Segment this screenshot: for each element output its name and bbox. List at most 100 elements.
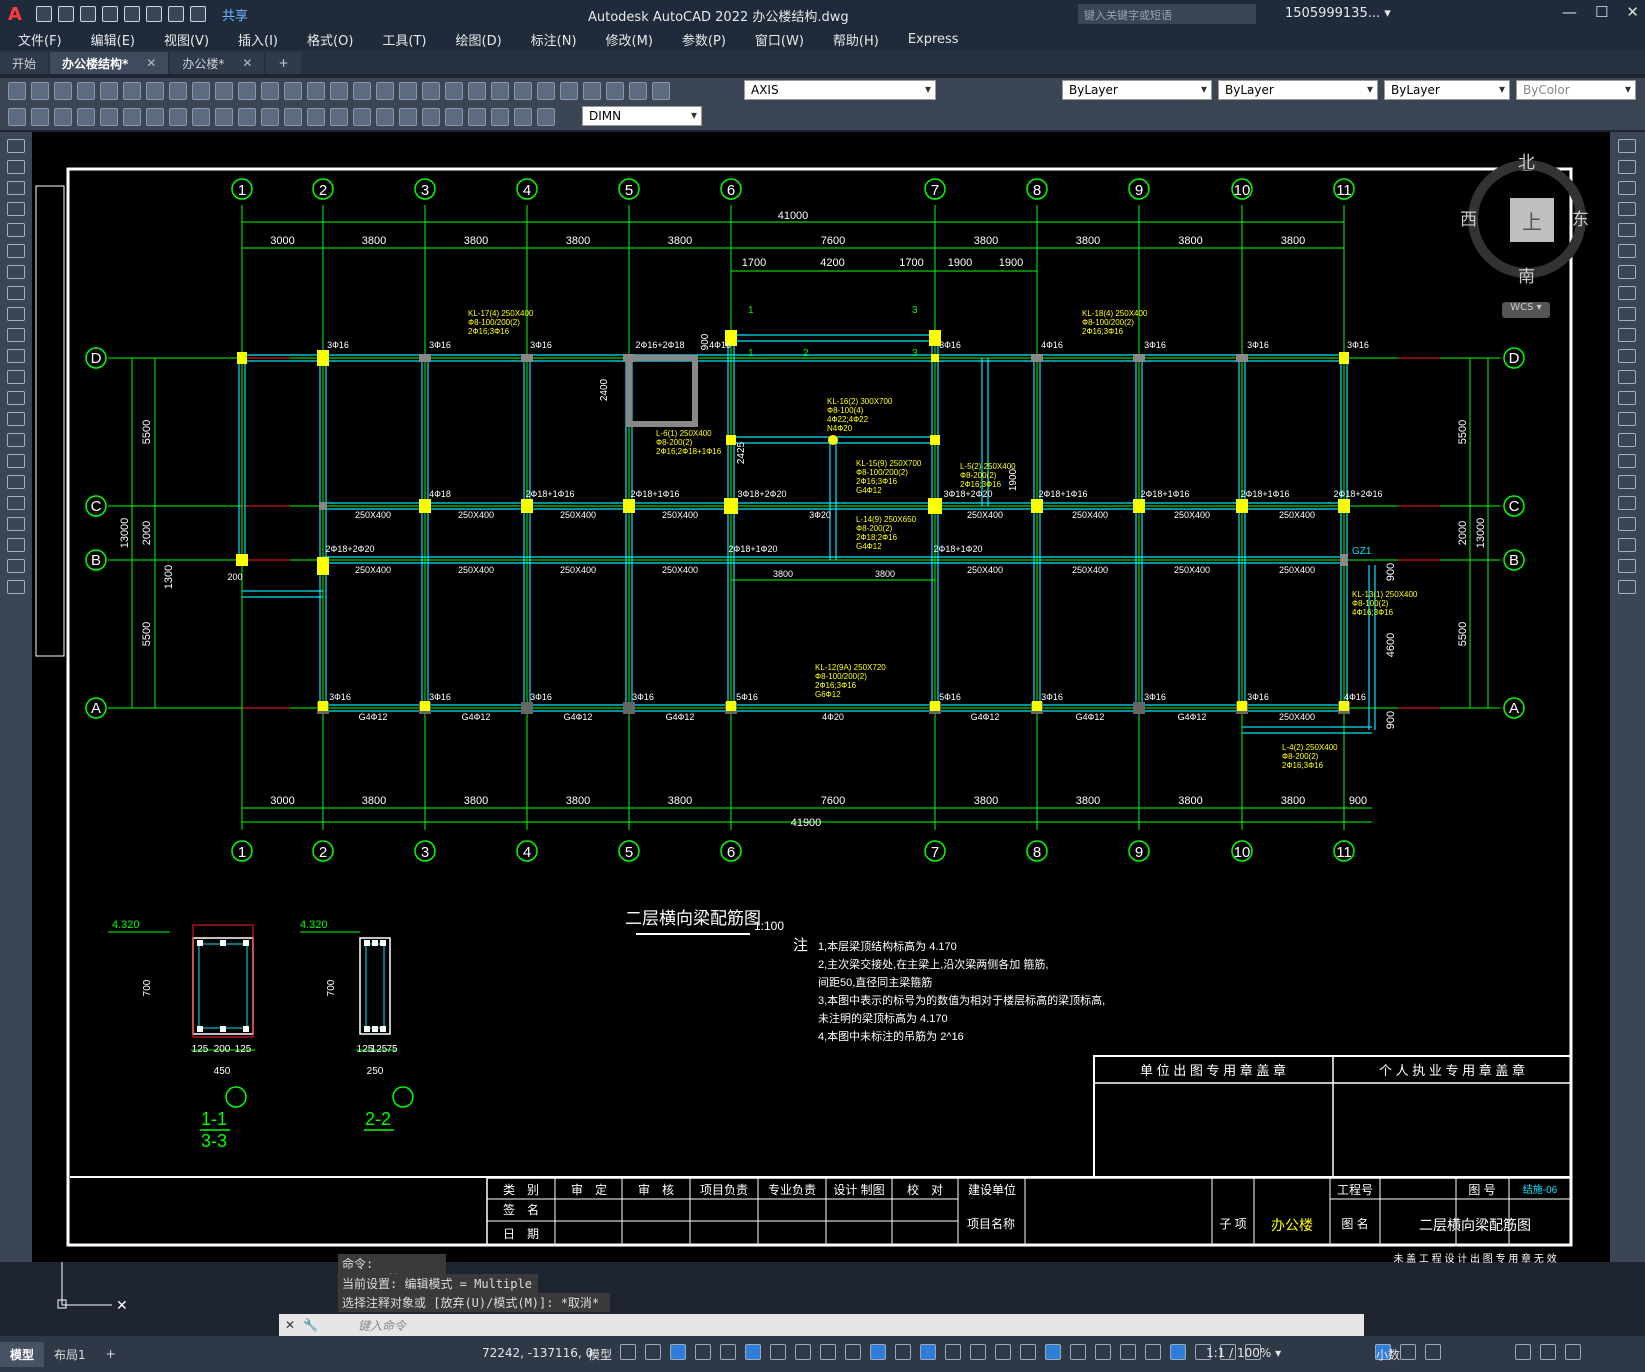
tab-start[interactable]: 开始	[0, 52, 49, 74]
viewcube-east[interactable]: 东	[1572, 205, 1589, 230]
toolbar-dim-17-icon[interactable]	[399, 108, 417, 126]
modify-tool-10-icon[interactable]	[1618, 349, 1636, 363]
toolbar-std-1-icon[interactable]	[31, 82, 49, 100]
draw-tool-14-icon[interactable]	[7, 433, 25, 447]
toolbar-std-7-icon[interactable]	[169, 82, 187, 100]
menu-item-12[interactable]: Express	[908, 32, 959, 47]
draw-tool-19-icon[interactable]	[7, 538, 25, 552]
status-toggle-10-icon[interactable]	[870, 1344, 886, 1360]
status-toggle-1-icon[interactable]	[645, 1344, 661, 1360]
viewcube-west[interactable]: 西	[1460, 205, 1477, 230]
draw-tool-9-icon[interactable]	[7, 328, 25, 342]
viewcube-north[interactable]: 北	[1518, 148, 1535, 173]
tab-office[interactable]: 办公楼* ✕	[170, 52, 265, 74]
status-toggle-13-icon[interactable]	[945, 1344, 961, 1360]
modify-tool-14-icon[interactable]	[1618, 433, 1636, 447]
wcs-menu[interactable]: WCS ▾	[1502, 302, 1550, 318]
new-tab-button[interactable]: +	[266, 52, 301, 74]
toolbar-std-24-icon[interactable]	[560, 82, 578, 100]
toolbar-std-18-icon[interactable]	[422, 82, 440, 100]
add-layout-button[interactable]: +	[96, 1343, 126, 1365]
draw-tool-12-icon[interactable]	[7, 391, 25, 405]
toolbar-dim-10-icon[interactable]	[238, 108, 256, 126]
menu-item-3[interactable]: 插入(I)	[238, 30, 278, 49]
menu-item-5[interactable]: 工具(T)	[382, 30, 426, 49]
toolbar-dim-14-icon[interactable]	[330, 108, 348, 126]
status-toggle-32-icon[interactable]	[1540, 1344, 1556, 1360]
tab-office-structure[interactable]: 办公楼结构* ✕	[50, 52, 169, 74]
modify-tool-4-icon[interactable]	[1618, 223, 1636, 237]
status-toggle-28-icon[interactable]	[1400, 1344, 1416, 1360]
modify-tool-5-icon[interactable]	[1618, 244, 1636, 258]
toolbar-dim-2-icon[interactable]	[54, 108, 72, 126]
viewcube-south[interactable]: 南	[1518, 262, 1535, 287]
status-toggle-12-icon[interactable]	[920, 1344, 936, 1360]
toolbar-std-11-icon[interactable]	[261, 82, 279, 100]
status-toggle-0-icon[interactable]	[620, 1344, 636, 1360]
modify-tool-16-icon[interactable]	[1618, 475, 1636, 489]
toolbar-dim-1-icon[interactable]	[31, 108, 49, 126]
toolbar-dim-19-icon[interactable]	[445, 108, 463, 126]
toolbar-dim-9-icon[interactable]	[215, 108, 233, 126]
toolbar-std-19-icon[interactable]	[445, 82, 463, 100]
annotation-scale[interactable]: 1:1 / 100% ▾	[1206, 1346, 1281, 1360]
drawing-canvas[interactable]	[32, 132, 1610, 1262]
close-icon[interactable]: ✕	[1626, 3, 1639, 21]
toolbar-std-26-icon[interactable]	[606, 82, 624, 100]
status-toggle-15-icon[interactable]	[995, 1344, 1011, 1360]
undo-icon[interactable]	[168, 6, 184, 22]
toolbar-dim-8-icon[interactable]	[192, 108, 210, 126]
toolbar-dim-13-icon[interactable]	[307, 108, 325, 126]
toolbar-std-21-icon[interactable]	[491, 82, 509, 100]
modify-tool-19-icon[interactable]	[1618, 538, 1636, 552]
modify-tool-2-icon[interactable]	[1618, 181, 1636, 195]
menu-item-2[interactable]: 视图(V)	[164, 30, 209, 49]
toolbar-dim-12-icon[interactable]	[284, 108, 302, 126]
modify-tool-7-icon[interactable]	[1618, 286, 1636, 300]
toolbar-dim-11-icon[interactable]	[261, 108, 279, 126]
tab-model[interactable]: 模型	[0, 1341, 45, 1367]
close-tab-icon[interactable]: ✕	[242, 56, 252, 70]
autocad-logo-icon[interactable]: A	[0, 0, 30, 28]
model-space-toggle[interactable]: 模型	[588, 1346, 612, 1363]
toolbar-dim-6-icon[interactable]	[146, 108, 164, 126]
menu-item-8[interactable]: 修改(M)	[606, 30, 653, 49]
toolbar-std-10-icon[interactable]	[238, 82, 256, 100]
status-toggle-11-icon[interactable]	[895, 1344, 911, 1360]
status-toggle-29-icon[interactable]	[1425, 1344, 1441, 1360]
toolbar-dim-20-icon[interactable]	[468, 108, 486, 126]
toolbar-std-13-icon[interactable]	[307, 82, 325, 100]
toolbar-dim-18-icon[interactable]	[422, 108, 440, 126]
toolbar-std-0-icon[interactable]	[8, 82, 26, 100]
status-toggle-16-icon[interactable]	[1020, 1344, 1036, 1360]
share-button[interactable]: 共享	[222, 5, 248, 24]
close-tab-icon[interactable]: ✕	[146, 56, 156, 70]
toolbar-dim-23-icon[interactable]	[537, 108, 555, 126]
draw-tool-6-icon[interactable]	[7, 265, 25, 279]
customize-icon[interactable]: 🔧	[303, 1318, 318, 1332]
toolbar-dim-0-icon[interactable]	[8, 108, 26, 126]
draw-tool-8-icon[interactable]	[7, 307, 25, 321]
layer-combo[interactable]: AXIS	[744, 80, 936, 100]
status-toggle-21-icon[interactable]	[1145, 1344, 1161, 1360]
maximize-icon[interactable]: ☐	[1595, 3, 1608, 21]
toolbar-dim-21-icon[interactable]	[491, 108, 509, 126]
toolbar-std-25-icon[interactable]	[583, 82, 601, 100]
toolbar-dim-5-icon[interactable]	[123, 108, 141, 126]
user-account-menu[interactable]: 1505999135... ▾	[1285, 6, 1391, 21]
command-line[interactable]: ✕ 🔧 键入命令	[279, 1314, 1364, 1336]
toolbar-std-16-icon[interactable]	[376, 82, 394, 100]
toolbar-std-15-icon[interactable]	[353, 82, 371, 100]
modify-tool-15-icon[interactable]	[1618, 454, 1636, 468]
modify-tool-12-icon[interactable]	[1618, 391, 1636, 405]
toolbar-std-8-icon[interactable]	[192, 82, 210, 100]
toolbar-std-2-icon[interactable]	[54, 82, 72, 100]
draw-tool-21-icon[interactable]	[7, 580, 25, 594]
status-toggle-7-icon[interactable]	[795, 1344, 811, 1360]
plotstyle-combo[interactable]: ByColor	[1516, 80, 1636, 100]
status-toggle-33-icon[interactable]	[1565, 1344, 1581, 1360]
toolbar-std-9-icon[interactable]	[215, 82, 233, 100]
toolbar-dim-4-icon[interactable]	[100, 108, 118, 126]
color-combo[interactable]: ByLayer	[1062, 80, 1212, 100]
toolbar-dim-22-icon[interactable]	[514, 108, 532, 126]
